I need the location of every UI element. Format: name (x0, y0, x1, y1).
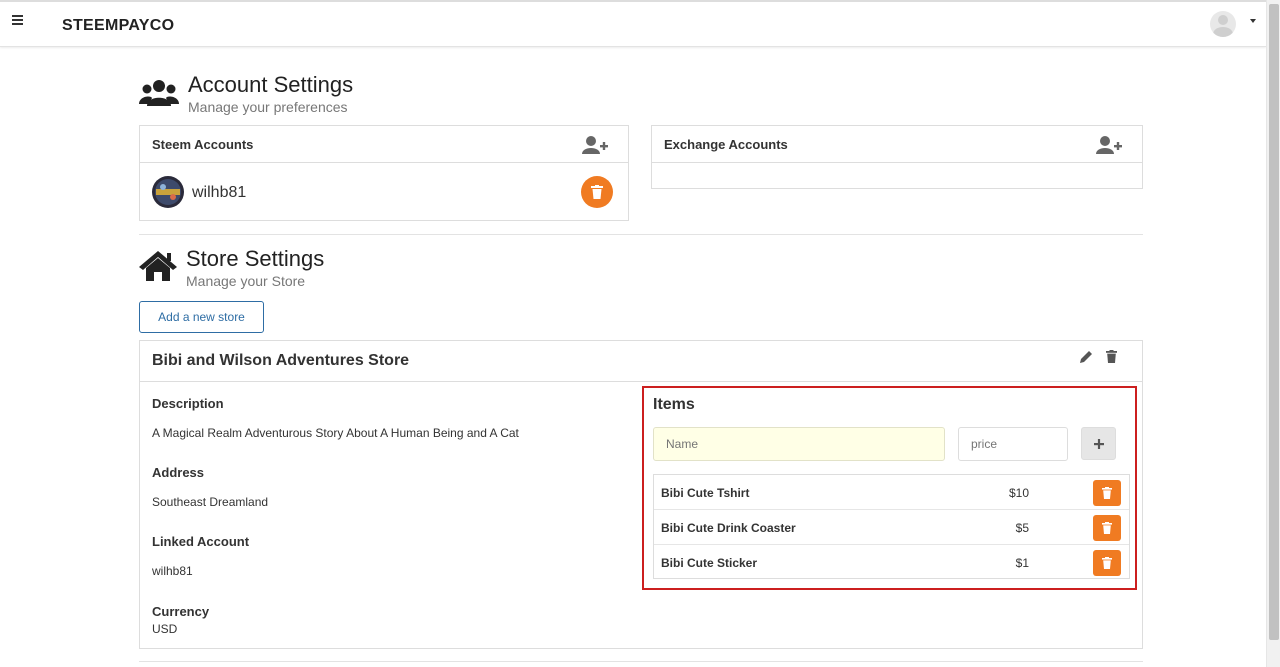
trash-icon (591, 185, 603, 199)
delete-item-button[interactable] (1093, 480, 1121, 506)
store-panel-header: Bibi and Wilson Adventures Store (140, 341, 1142, 382)
user-avatar[interactable] (1210, 11, 1236, 37)
add-user-icon[interactable] (582, 136, 608, 154)
items-list: Bibi Cute Tshirt $10 Bibi Cute Drink Coa… (653, 474, 1130, 579)
panel-title: Steem Accounts (152, 137, 254, 152)
address-label: Address (152, 465, 205, 480)
account-settings-header: Account Settings Manage your preferences (188, 72, 353, 115)
item-name-input[interactable] (653, 427, 945, 461)
add-item-button[interactable] (1081, 427, 1116, 460)
account-avatar (152, 176, 184, 208)
currency-value: USD (152, 622, 178, 636)
store-name: Bibi and Wilson Adventures Store (152, 352, 410, 369)
edit-pencil-icon[interactable] (1080, 350, 1093, 363)
item-price-input[interactable] (958, 427, 1068, 461)
description-label: Description (152, 396, 224, 411)
panel-header: Steem Accounts (140, 126, 628, 163)
page-title: Account Settings (188, 72, 354, 97)
item-price: $1 (1015, 556, 1029, 570)
delete-store-icon[interactable] (1106, 350, 1117, 363)
account-username: wilhb81 (192, 184, 247, 201)
section-subtitle: Manage your Store (186, 273, 306, 289)
scrollbar-thumb[interactable] (1269, 4, 1279, 640)
panel-title: Exchange Accounts (664, 137, 788, 152)
home-icon (139, 251, 177, 281)
caret-down-icon[interactable] (1250, 19, 1256, 23)
scrollbar[interactable] (1266, 0, 1280, 667)
item-row: Bibi Cute Tshirt $10 (654, 475, 1129, 510)
divider (139, 234, 1143, 235)
description-value: A Magical Realm Adventurous Story About … (152, 426, 519, 440)
trash-icon (1102, 522, 1112, 534)
trash-icon (1102, 487, 1112, 499)
users-icon (139, 80, 179, 106)
plus-icon (1094, 439, 1104, 449)
panel-header: Exchange Accounts (652, 126, 1142, 163)
steem-accounts-panel: Steem Accounts wilhb81 (139, 125, 629, 221)
currency-label: Currency (152, 604, 210, 619)
items-title: Items (653, 396, 695, 413)
section-title: Store Settings (186, 246, 325, 271)
item-name: Bibi Cute Sticker (661, 556, 758, 570)
store-settings-header: Store Settings Manage your Store (186, 246, 324, 289)
hamburger-menu-icon[interactable] (12, 15, 24, 27)
delete-account-button[interactable] (581, 176, 613, 208)
page-subtitle: Manage your preferences (188, 99, 348, 115)
delete-item-button[interactable] (1093, 515, 1121, 541)
brand-logo[interactable]: STEEMPAYCO (62, 17, 174, 35)
trash-icon (1102, 557, 1112, 569)
item-price: $5 (1015, 521, 1029, 535)
item-name: Bibi Cute Drink Coaster (661, 521, 796, 535)
item-name: Bibi Cute Tshirt (661, 486, 750, 500)
item-row: Bibi Cute Drink Coaster $5 (654, 510, 1129, 545)
exchange-accounts-panel: Exchange Accounts (651, 125, 1143, 189)
add-user-icon[interactable] (1096, 136, 1122, 154)
item-row: Bibi Cute Sticker $1 (654, 545, 1129, 580)
top-navbar: STEEMPAYCO (0, 0, 1266, 47)
linked-account-label: Linked Account (152, 534, 250, 549)
item-price: $10 (1008, 486, 1029, 500)
add-store-button[interactable]: Add a new store (139, 301, 264, 333)
address-value: Southeast Dreamland (152, 495, 269, 509)
items-section: Items Bibi Cute Tshirt $10 Bibi Cute Dri… (642, 386, 1137, 590)
linked-account-value: wilhb81 (152, 564, 193, 578)
delete-item-button[interactable] (1093, 550, 1121, 576)
divider (139, 661, 1143, 662)
